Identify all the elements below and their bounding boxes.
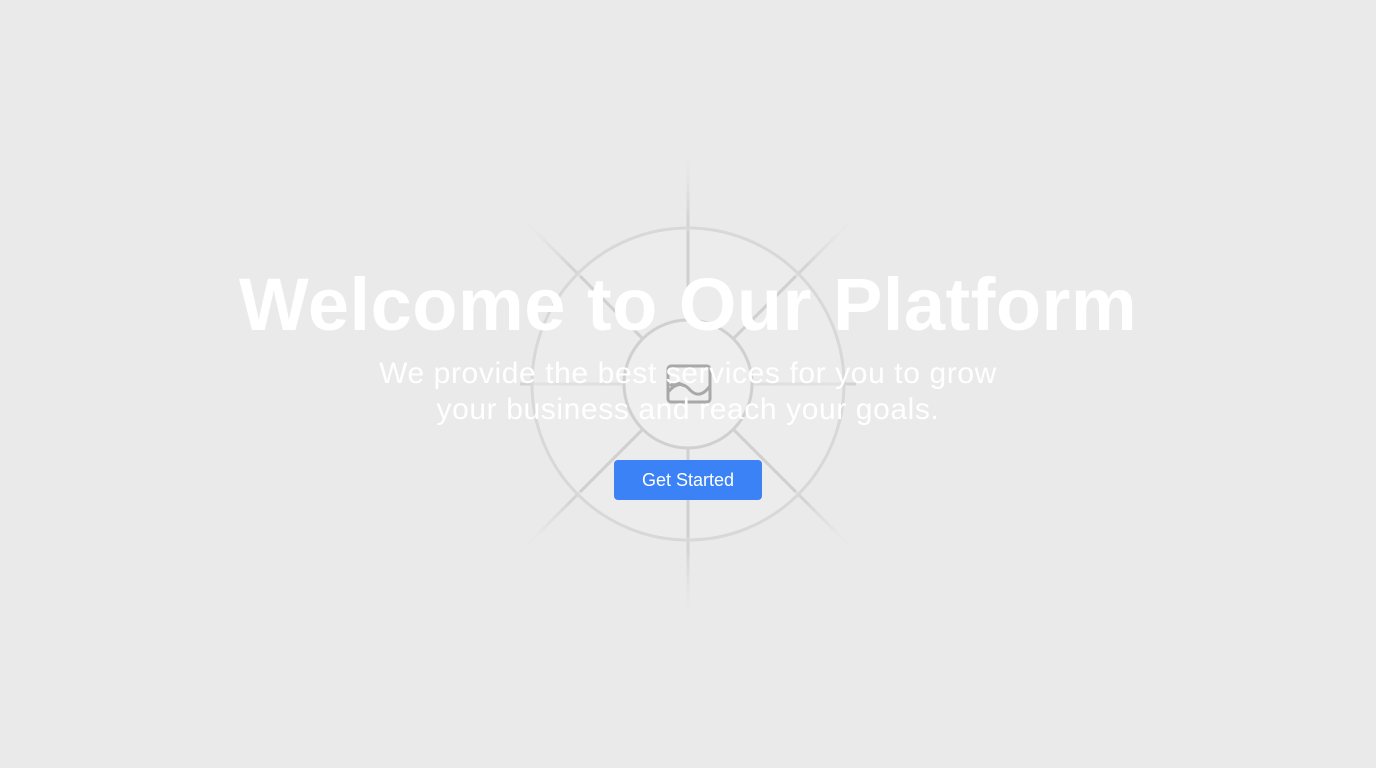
- hero-subtitle-line-2: your business and reach your goals.: [436, 393, 940, 426]
- hero-title: Welcome to Our Platform: [238, 263, 1138, 346]
- hero-content: Welcome to Our Platform We provide the b…: [0, 0, 1376, 768]
- hero-subtitle-line-1: We provide the best services for you to …: [379, 357, 997, 390]
- get-started-button[interactable]: Get Started: [614, 460, 762, 500]
- hero-subtitle: We provide the best services for you to …: [338, 356, 1038, 428]
- hero-section: Welcome to Our Platform We provide the b…: [0, 0, 1376, 768]
